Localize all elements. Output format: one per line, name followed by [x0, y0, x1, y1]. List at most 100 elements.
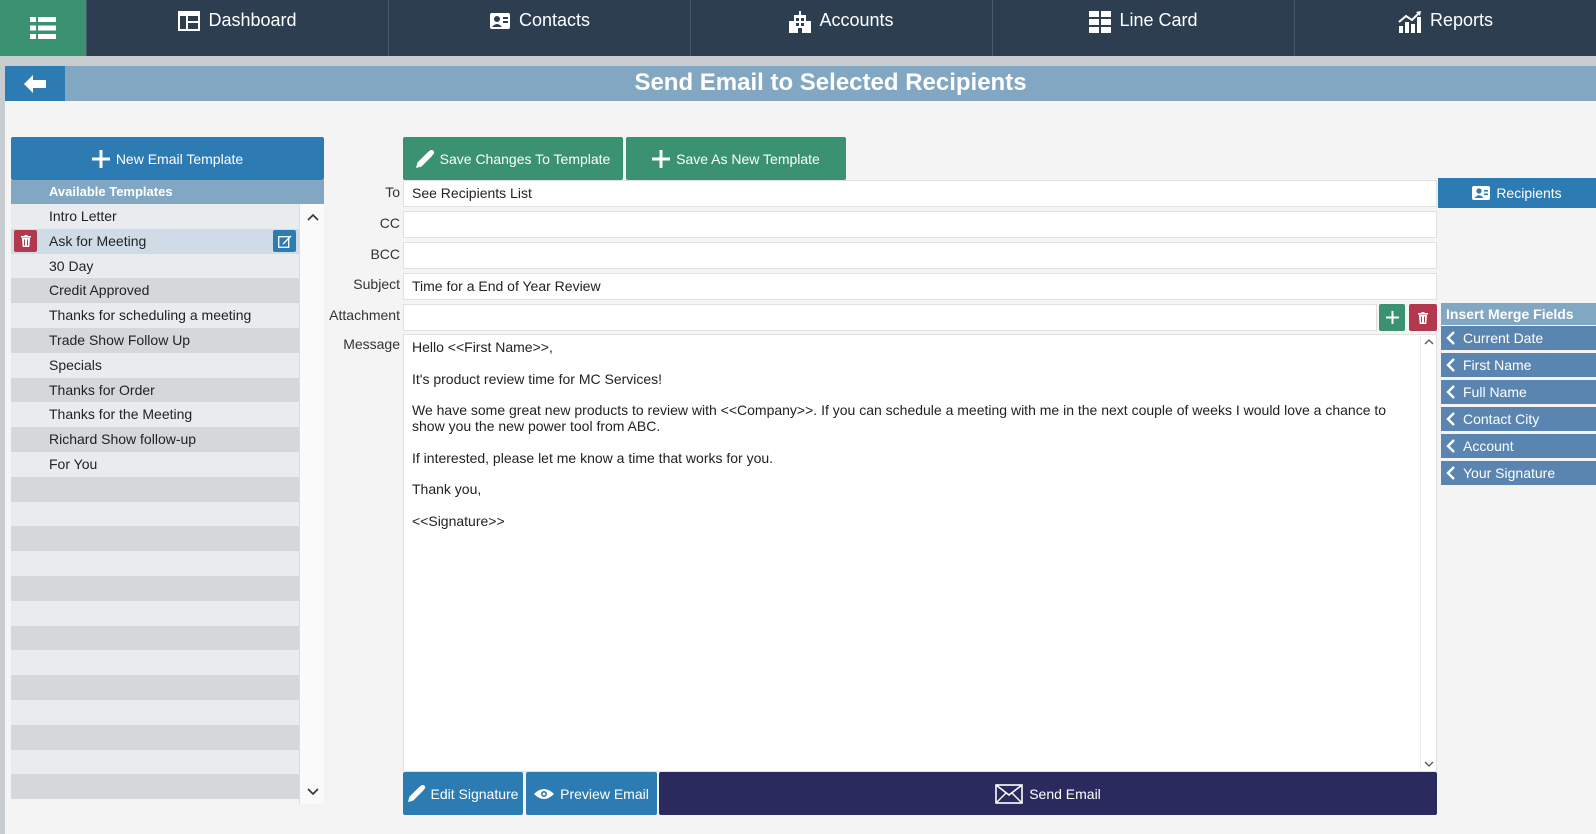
merge-field-your-signature[interactable]: Your Signature [1441, 461, 1596, 485]
plus-icon [1385, 311, 1399, 324]
template-item[interactable]: For You [11, 451, 299, 477]
tab-accounts[interactable]: Accounts [690, 0, 992, 56]
empty-row [11, 675, 299, 700]
cc-field[interactable] [403, 211, 1437, 238]
chevron-left-icon [1446, 385, 1455, 399]
recipients-button[interactable]: Recipients [1438, 178, 1596, 208]
template-item-label: For You [49, 455, 98, 472]
tab-accounts-label: Accounts [819, 10, 894, 30]
tab-reports[interactable]: Reports [1294, 0, 1596, 56]
merge-field-full-name[interactable]: Full Name [1441, 380, 1596, 404]
trash-icon [20, 234, 31, 247]
edit-signature-button[interactable]: Edit Signature [403, 772, 523, 815]
empty-row [11, 650, 299, 676]
template-item-label: Thanks for scheduling a meeting [49, 307, 252, 324]
eye-icon [534, 788, 555, 799]
chevron-left-icon [1446, 466, 1455, 480]
template-item-label: Richard Show follow-up [49, 431, 197, 448]
merge-field-label: Your Signature [1463, 465, 1556, 481]
template-item[interactable]: Richard Show follow-up [11, 427, 299, 452]
template-item[interactable]: Intro Letter [11, 204, 299, 229]
tab-line-card-label: Line Card [1119, 10, 1198, 30]
available-templates-header: Available Templates [11, 180, 324, 204]
template-item[interactable]: Trade Show Follow Up [11, 327, 299, 353]
save-changes-to-template-button[interactable]: Save Changes To Template [403, 137, 623, 180]
merge-fields-header: Insert Merge Fields [1441, 303, 1596, 325]
merge-field-label: Full Name [1463, 384, 1527, 400]
scroll-up-button[interactable] [300, 204, 325, 229]
template-item[interactable]: Credit Approved [11, 278, 299, 304]
bcc-field[interactable] [403, 242, 1437, 269]
scroll-down-button[interactable] [300, 779, 325, 804]
preview-email-button[interactable]: Preview Email [526, 772, 657, 815]
new-email-template-button[interactable]: New Email Template [11, 137, 324, 180]
message-paragraph: Hello <<First Name>>, [412, 339, 553, 355]
to-field[interactable]: See Recipients List [403, 180, 1437, 207]
empty-row [11, 501, 299, 527]
chevron-up-icon [306, 213, 319, 221]
menu-button[interactable] [0, 0, 86, 56]
merge-field-account[interactable]: Account [1441, 434, 1596, 458]
tab-line-card[interactable]: Line Card [992, 0, 1294, 56]
preview-email-label: Preview Email [560, 785, 649, 802]
template-item[interactable]: 30 Day [11, 253, 299, 279]
merge-field-first-name[interactable]: First Name [1441, 353, 1596, 377]
chevron-left-icon [1446, 331, 1455, 345]
empty-row [11, 699, 299, 725]
bcc-label: BCC [370, 246, 400, 262]
chevron-down-icon [306, 787, 319, 795]
template-item-label: Trade Show Follow Up [49, 331, 191, 348]
message-scrollbar[interactable] [1420, 335, 1436, 771]
message-editor[interactable]: Hello <<First Name>>, It's product revie… [403, 334, 1437, 772]
template-item-label: Thanks for the Meeting [49, 406, 193, 423]
send-email-button[interactable]: Send Email [659, 772, 1437, 815]
template-list: Intro Letter Ask for Meeting 30 Day Cred… [11, 204, 299, 804]
plus-icon [91, 149, 110, 168]
edit-signature-label: Edit Signature [430, 785, 519, 802]
remove-attachment-button[interactable] [1409, 304, 1437, 331]
recipients-label: Recipients [1496, 185, 1562, 201]
template-item-label: 30 Day [49, 257, 94, 274]
empty-row [11, 774, 299, 800]
empty-row [11, 551, 299, 576]
message-body[interactable]: Hello <<First Name>>, It's product revie… [412, 339, 1412, 544]
edit-template-button[interactable] [273, 229, 296, 252]
tab-contacts[interactable]: Contacts [388, 0, 690, 56]
list-menu-icon [30, 17, 56, 39]
contacts-icon [489, 13, 510, 29]
template-item[interactable]: Thanks for the Meeting [11, 402, 299, 428]
merge-field-label: Account [1463, 438, 1514, 454]
merge-field-label: Contact City [1463, 411, 1540, 427]
save-as-new-label: Save As New Template [676, 150, 820, 167]
template-item-label: Credit Approved [49, 282, 150, 299]
edit-icon [277, 235, 291, 248]
add-attachment-button[interactable] [1379, 304, 1405, 331]
template-item-label: Intro Letter [49, 208, 117, 224]
save-as-new-template-button[interactable]: Save As New Template [626, 137, 846, 180]
arrow-left-icon [24, 74, 46, 93]
template-item[interactable]: Thanks for Order [11, 377, 299, 403]
merge-field-contact-city[interactable]: Contact City [1441, 407, 1596, 431]
new-email-template-label: New Email Template [115, 150, 244, 167]
pencil-icon [415, 149, 434, 168]
template-item-selected[interactable]: Ask for Meeting [11, 228, 299, 254]
merge-field-current-date[interactable]: Current Date [1441, 326, 1596, 350]
message-paragraph: It's product review time for MC Services… [412, 370, 663, 387]
back-button[interactable] [5, 66, 65, 101]
template-list-scrollbar[interactable] [299, 204, 324, 804]
template-item[interactable]: Thanks for scheduling a meeting [11, 303, 299, 328]
page-title: Send Email to Selected Recipients [634, 69, 1027, 96]
chevron-down-icon[interactable] [1424, 759, 1434, 769]
attachment-field[interactable] [403, 304, 1377, 331]
chevron-up-icon[interactable] [1424, 337, 1434, 347]
empty-row [11, 724, 299, 750]
subject-label: Subject [353, 276, 400, 292]
save-changes-label: Save Changes To Template [439, 150, 611, 167]
template-item[interactable]: Specials [11, 352, 299, 378]
delete-template-button[interactable] [14, 229, 37, 252]
subject-field[interactable]: Time for a End of Year Review [403, 273, 1437, 300]
message-paragraph: If interested, please let me know a time… [412, 449, 774, 466]
tab-dashboard[interactable]: Dashboard [86, 0, 388, 56]
message-paragraph: <<Signature>> [412, 512, 505, 529]
tab-contacts-label: Contacts [518, 10, 591, 30]
